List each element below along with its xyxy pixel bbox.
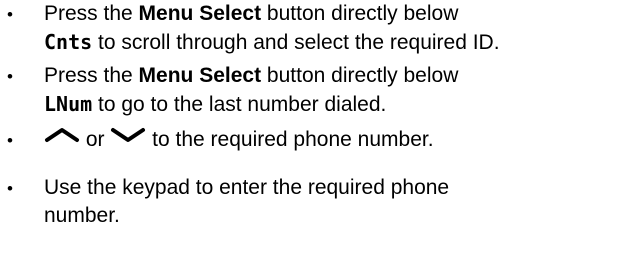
step-text-line1: Use the keypad to enter the required pho…: [44, 176, 450, 199]
bullet: •: [7, 67, 13, 86]
bullet: •: [7, 5, 13, 24]
bullet: •: [7, 179, 13, 198]
step-text: Press the Menu Select button directly be…: [44, 62, 626, 119]
step-text-post: to the required phone number.: [146, 128, 434, 151]
instruction-document: • Press the Menu Select button directly …: [0, 0, 626, 261]
softkey-label-cnts: Cnts: [44, 30, 93, 54]
step-text: or to the required phone number.: [44, 126, 626, 154]
chevron-down-icon: [110, 124, 146, 152]
step-text: Use the keypad to enter the required pho…: [44, 174, 626, 230]
step-text-mid: button directly below: [261, 64, 459, 87]
menu-select-label: Menu Select: [138, 2, 262, 25]
step-text-pre: Press the: [44, 64, 139, 87]
bullet: •: [7, 131, 13, 150]
softkey-label-lnum: LNum: [44, 92, 93, 116]
menu-select-label: Menu Select: [138, 64, 262, 87]
step-text-line2: number.: [44, 204, 120, 227]
connector-text: or: [80, 128, 111, 151]
step-text-pre: Press the: [44, 2, 139, 25]
step-text-mid: button directly below: [261, 2, 459, 25]
chevron-up-icon: [44, 124, 80, 152]
step-text-post: to scroll through and select the require…: [92, 31, 500, 54]
step-text: Press the Menu Select button directly be…: [44, 0, 626, 57]
step-text-post: to go to the last number dialed.: [92, 93, 387, 116]
